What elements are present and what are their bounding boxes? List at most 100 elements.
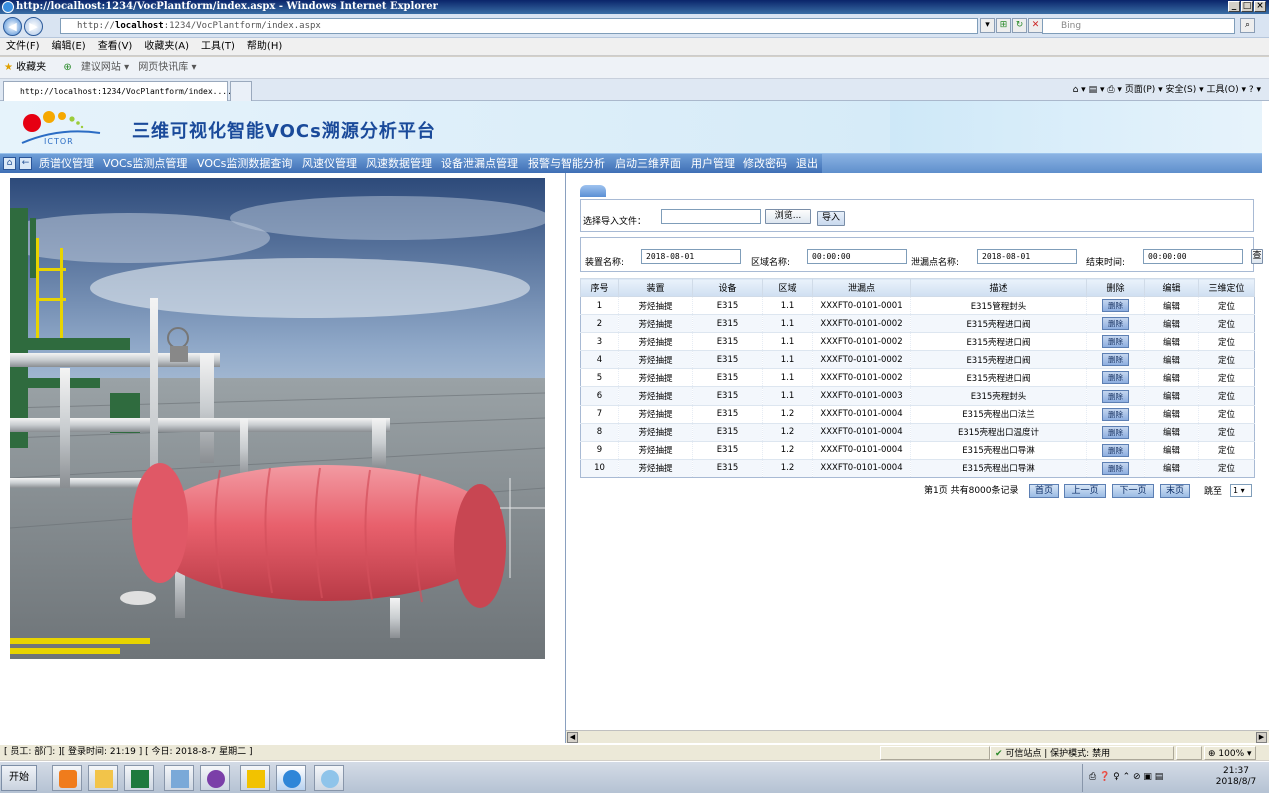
col-header-leak-point[interactable]: 泄漏点 bbox=[812, 278, 911, 297]
fav-link-slices[interactable]: 网页快讯库 ▾ bbox=[138, 62, 196, 73]
delete-button[interactable]: 删除 bbox=[1102, 353, 1129, 367]
back-icon[interactable]: ◀ bbox=[3, 17, 22, 36]
file-input[interactable] bbox=[661, 209, 761, 224]
status-options[interactable] bbox=[1176, 746, 1202, 760]
table-row[interactable]: 10 芳烃抽提 E315 1.2 XXXFT0-0101-0004 E315壳程出口导淋 删… bbox=[580, 458, 1255, 478]
home-icon[interactable]: ⌂ ▾ bbox=[1073, 85, 1086, 95]
tray-icons[interactable]: ⎙ ❓ ♀ ⌃ ⊘ ▣ ▤ bbox=[1089, 772, 1163, 782]
edit-link[interactable]: 编辑 bbox=[1144, 386, 1199, 406]
taskbar-visualstudio[interactable] bbox=[200, 765, 230, 791]
locate-link[interactable]: 定位 bbox=[1198, 404, 1255, 424]
close-button[interactable]: × bbox=[1254, 1, 1266, 12]
device-input[interactable]: 2018-08-01 bbox=[641, 249, 741, 264]
browse-button[interactable]: 浏览... bbox=[765, 209, 811, 224]
last-page-button[interactable]: 末页 bbox=[1160, 484, 1190, 498]
edit-link[interactable]: 编辑 bbox=[1144, 422, 1199, 442]
table-row[interactable]: 3 芳烃抽提 E315 1.1 XXXFT0-0101-0002 E315壳程进口阀 删除 编… bbox=[580, 332, 1255, 351]
refresh-icon[interactable]: ↻ bbox=[1012, 18, 1027, 33]
table-row[interactable]: 5 芳烃抽提 E315 1.1 XXXFT0-0101-0002 E315壳程进口阀 删除 编… bbox=[580, 368, 1255, 387]
nav-item-alarm[interactable]: 报警与智能分析 bbox=[528, 154, 605, 173]
jump-select[interactable]: 1 ▾ bbox=[1230, 484, 1252, 497]
nav-item-spectrometer[interactable]: 质谱仪管理 bbox=[39, 154, 94, 173]
search-input[interactable]: Bing bbox=[1042, 18, 1235, 34]
nav-home-icon[interactable]: ⌂ bbox=[3, 157, 16, 170]
command-bar[interactable]: ⌂ ▾ ▤ ▾ ⎙ ▾ 页面(P) ▾ 安全(S) ▾ 工具(O) ▾ ? ▾ bbox=[1073, 79, 1261, 101]
edit-link[interactable]: 编辑 bbox=[1144, 314, 1199, 333]
3d-plant-view[interactable] bbox=[10, 178, 545, 659]
col-header-device[interactable]: 装置 bbox=[618, 278, 693, 297]
delete-button[interactable]: 删除 bbox=[1102, 371, 1129, 385]
edit-link[interactable]: 编辑 bbox=[1144, 368, 1199, 387]
menu-help[interactable]: 帮助(H) bbox=[247, 41, 282, 52]
table-row[interactable]: 1 芳烃抽提 E315 1.1 XXXFT0-0101-0001 E315管程封头 删除 编辑… bbox=[580, 295, 1255, 315]
fav-link-suggested[interactable]: 建议网站 ▾ bbox=[81, 62, 129, 73]
nav-item-leak-points[interactable]: 设备泄漏点管理 bbox=[441, 154, 518, 173]
minimize-button[interactable]: _ bbox=[1228, 1, 1240, 12]
browser-tab[interactable]: http://localhost:1234/VocPlantform/index… bbox=[3, 81, 232, 101]
help-icon[interactable]: ? ▾ bbox=[1249, 85, 1261, 95]
nav-item-password[interactable]: 修改密码 bbox=[743, 154, 787, 173]
delete-button[interactable]: 删除 bbox=[1102, 389, 1129, 403]
locate-link[interactable]: 定位 bbox=[1198, 440, 1255, 460]
col-header-area[interactable]: 区域 bbox=[762, 278, 813, 297]
zoom-control[interactable]: ⊕ 100% ▾ bbox=[1204, 746, 1256, 760]
scroll-right-icon[interactable]: ▶ bbox=[1256, 732, 1267, 743]
nav-item-3d[interactable]: 启动三维界面 bbox=[615, 154, 681, 173]
horizontal-scrollbar[interactable]: ◀ ▶ bbox=[566, 730, 1269, 743]
clock[interactable]: 21:37 2018/8/7 bbox=[1215, 766, 1257, 788]
table-row[interactable]: 8 芳烃抽提 E315 1.2 XXXFT0-0101-0004 E315壳程出口温度计 删… bbox=[580, 422, 1255, 442]
taskbar-ie[interactable] bbox=[276, 765, 306, 791]
maximize-button[interactable]: □ bbox=[1241, 1, 1253, 12]
col-header-equipment[interactable]: 设备 bbox=[692, 278, 763, 297]
table-row[interactable]: 9 芳烃抽提 E315 1.2 XXXFT0-0101-0004 E315壳程出口导淋 删除… bbox=[580, 440, 1255, 460]
table-row[interactable]: 6 芳烃抽提 E315 1.1 XXXFT0-0101-0003 E315壳程封头 删除 编辑… bbox=[580, 386, 1255, 406]
nav-item-voc-data[interactable]: VOCs监测数据查询 bbox=[197, 154, 292, 173]
delete-button[interactable]: 删除 bbox=[1102, 317, 1129, 331]
start-button[interactable]: 开始 bbox=[1, 765, 37, 791]
delete-button[interactable]: 删除 bbox=[1102, 335, 1129, 349]
taskbar-explorer[interactable] bbox=[88, 765, 118, 791]
table-row[interactable]: 4 芳烃抽提 E315 1.1 XXXFT0-0101-0002 E315壳程进口阀 删除 编… bbox=[580, 350, 1255, 369]
delete-button[interactable]: 删除 bbox=[1102, 443, 1129, 457]
feeds-icon[interactable]: ▤ ▾ bbox=[1089, 85, 1105, 95]
nav-item-logout[interactable]: 退出 bbox=[796, 154, 818, 173]
menu-file[interactable]: 文件(F) bbox=[6, 41, 40, 52]
table-row[interactable]: 7 芳烃抽提 E315 1.2 XXXFT0-0101-0004 E315壳程出口法兰 删除… bbox=[580, 404, 1255, 424]
locate-link[interactable]: 定位 bbox=[1198, 350, 1255, 369]
nav-back-icon[interactable]: ← bbox=[19, 157, 32, 170]
import-button[interactable]: 导入 bbox=[817, 211, 845, 226]
edit-link[interactable]: 编辑 bbox=[1144, 440, 1199, 460]
security-zone[interactable]: ✔ 可信站点 | 保护模式: 禁用 bbox=[990, 746, 1174, 760]
favorites-button[interactable]: 收藏夹 bbox=[16, 62, 46, 73]
first-page-button[interactable]: 首页 bbox=[1029, 484, 1059, 498]
edit-link[interactable]: 编辑 bbox=[1144, 350, 1199, 369]
locate-link[interactable]: 定位 bbox=[1198, 458, 1255, 478]
search-icon[interactable]: ⌕ bbox=[1240, 18, 1255, 33]
locate-link[interactable]: 定位 bbox=[1198, 386, 1255, 406]
nav-item-users[interactable]: 用户管理 bbox=[691, 154, 735, 173]
compat-view-icon[interactable]: ⊞ bbox=[996, 18, 1011, 33]
query-button[interactable]: 查 bbox=[1251, 249, 1263, 264]
address-input[interactable]: http://localhost:1234/VocPlantform/index… bbox=[60, 18, 978, 34]
panel-tab[interactable] bbox=[580, 185, 606, 197]
add-favorite-icon[interactable]: ⊕ bbox=[63, 62, 71, 73]
menu-edit[interactable]: 编辑(E) bbox=[52, 41, 86, 52]
delete-button[interactable]: 删除 bbox=[1102, 299, 1129, 313]
taskbar-app-s[interactable] bbox=[240, 765, 270, 791]
command-menus[interactable]: 页面(P) ▾ 安全(S) ▾ 工具(O) ▾ bbox=[1125, 85, 1246, 95]
end-time-input[interactable]: 00:00:00 bbox=[1143, 249, 1243, 264]
taskbar-globe[interactable] bbox=[314, 765, 344, 791]
area-input[interactable]: 00:00:00 bbox=[807, 249, 907, 264]
locate-link[interactable]: 定位 bbox=[1198, 368, 1255, 387]
col-header-index[interactable]: 序号 bbox=[580, 278, 619, 297]
prev-page-button[interactable]: 上一页 bbox=[1064, 484, 1106, 498]
delete-button[interactable]: 删除 bbox=[1102, 407, 1129, 421]
stop-icon[interactable]: ✕ bbox=[1028, 18, 1043, 33]
print-icon[interactable]: ⎙ ▾ bbox=[1107, 85, 1122, 95]
nav-item-voc-points[interactable]: VOCs监测点管理 bbox=[103, 154, 187, 173]
forward-icon[interactable]: ▶ bbox=[24, 17, 43, 36]
delete-button[interactable]: 删除 bbox=[1102, 461, 1129, 475]
nav-item-anemometer[interactable]: 风速仪管理 bbox=[302, 154, 357, 173]
edit-link[interactable]: 编辑 bbox=[1144, 332, 1199, 351]
menu-view[interactable]: 查看(V) bbox=[98, 41, 133, 52]
